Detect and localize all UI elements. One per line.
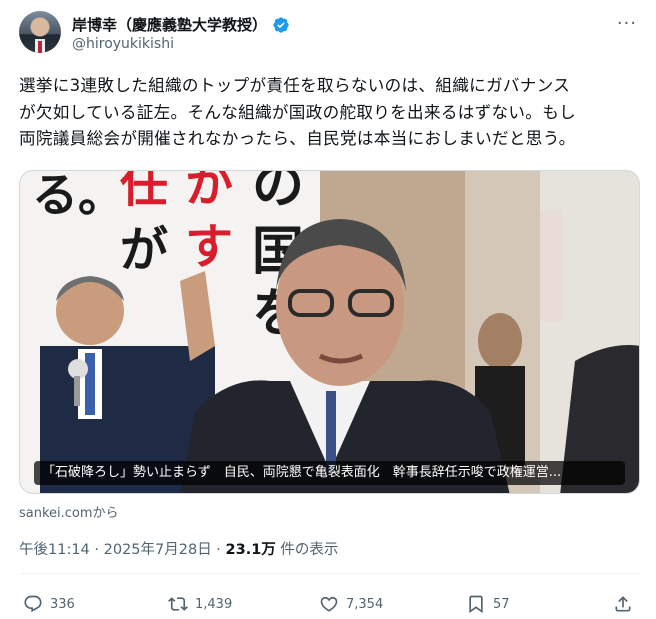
link-source[interactable]: sankei.comから: [19, 502, 119, 521]
poster-char-2: 任: [120, 171, 168, 213]
bookmark-count: 57: [493, 596, 510, 612]
avatar[interactable]: [19, 11, 61, 53]
more-icon[interactable]: ···: [617, 15, 637, 33]
name-row: 岸博幸（慶應義塾大学教授）: [72, 14, 290, 35]
like-count: 7,354: [346, 596, 384, 612]
poster-char-3: か: [185, 171, 233, 213]
repost-count: 1,439: [195, 596, 233, 612]
share-icon: [615, 596, 631, 612]
share-button[interactable]: [613, 594, 633, 614]
link-card-image[interactable]: る。 任 か が す の 国 を 「石破降ろし」勢い止まらず 自民、両院懇で亀裂…: [19, 170, 640, 494]
tweet-header: 岸博幸（慶應義塾大学教授） @hiroyukikishi ···: [19, 11, 639, 59]
divider: [19, 573, 639, 574]
view-count[interactable]: 23.1万: [226, 542, 276, 558]
author-handle[interactable]: @hiroyukikishi: [72, 36, 174, 52]
bookmark-button[interactable]: 57: [466, 594, 510, 614]
poster-char-4: が: [120, 222, 168, 278]
tweet-text: 選挙に3連敗した組織のトップが責任を取らないのは、組織にガバナンス が欠如してい…: [19, 76, 576, 148]
like-button[interactable]: 7,354: [319, 594, 383, 614]
like-icon: [320, 596, 338, 612]
link-card-caption: 「石破降ろし」勢い止まらず 自民、両院懇で亀裂表面化 幹事長辞任示唆で政権運営.…: [34, 461, 625, 485]
action-bar: 336 1,439 7,354 57: [19, 594, 639, 618]
author-display-name[interactable]: 岸博幸（慶應義塾大学教授）: [72, 14, 267, 35]
reply-icon: [24, 595, 42, 613]
bookmark-icon: [469, 595, 483, 614]
poster-char-5: す: [185, 219, 233, 275]
reply-button[interactable]: 336: [23, 594, 75, 614]
news-photo: る。 任 か が す の 国 を: [20, 171, 639, 493]
tweet-timestamp[interactable]: 午後11:14 · 2025年7月28日 ·: [19, 542, 226, 558]
repost-button[interactable]: 1,439: [168, 594, 232, 614]
reply-count: 336: [50, 596, 75, 612]
tweet-meta: 午後11:14 · 2025年7月28日 · 23.1万 件の表示: [19, 538, 338, 559]
poster-char-6: の: [252, 171, 304, 216]
repost-icon: [168, 597, 188, 611]
avatar-tie: [38, 41, 42, 53]
view-label: 件の表示: [275, 542, 339, 558]
poster-char-1: る。: [32, 171, 124, 222]
verified-badge-icon: [273, 16, 289, 33]
